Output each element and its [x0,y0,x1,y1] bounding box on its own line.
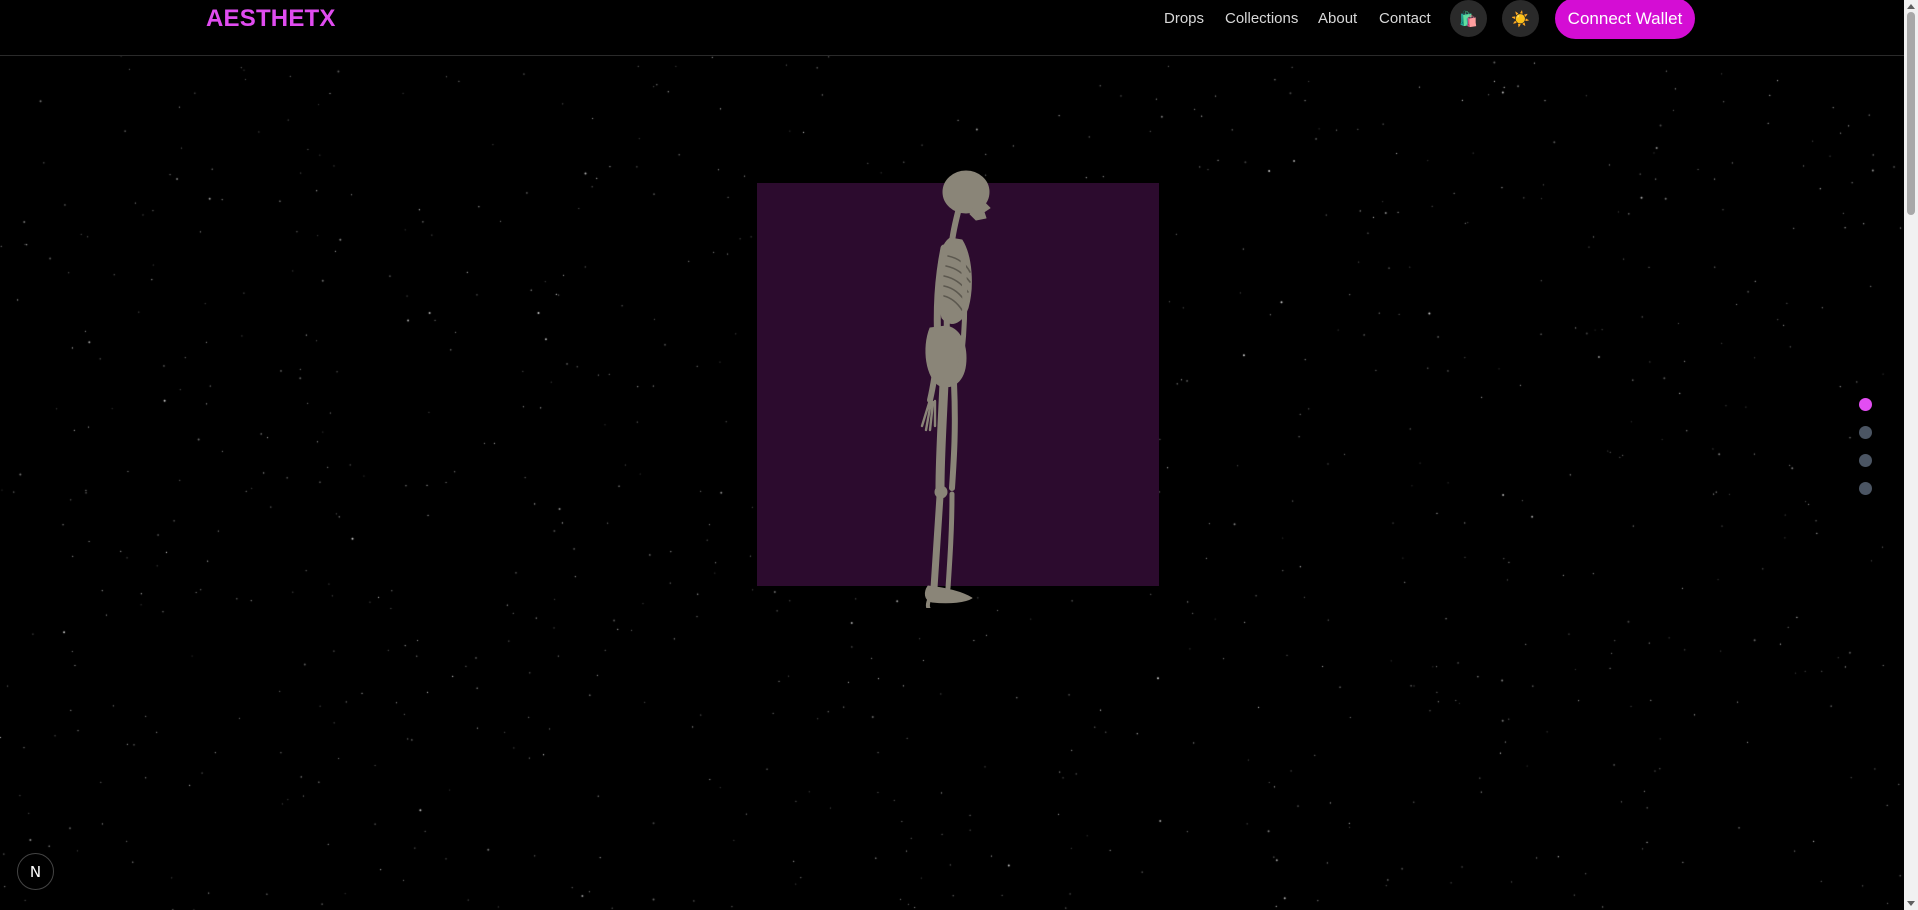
scroll-thumb[interactable] [1907,12,1915,215]
site-header: AESTHETX Drops Collections About Contact… [0,0,1904,56]
skeleton-figure [920,170,991,608]
femur [935,378,949,493]
theme-toggle-button[interactable]: ☀️ [1502,0,1539,37]
rear-tibia [945,491,955,591]
nav-link-contact[interactable]: Contact [1379,10,1431,27]
rear-femur [949,380,958,491]
nextjs-badge[interactable]: N [17,853,54,890]
sun-icon: ☀️ [1511,10,1530,28]
section-dot-2[interactable] [1859,426,1872,439]
shopping-bag-icon: 🛍️ [1459,10,1478,28]
scroll-down-arrow-icon[interactable] [1907,901,1915,906]
section-dot-3[interactable] [1859,454,1872,467]
nav-link-drops[interactable]: Drops [1164,10,1204,27]
site-logo[interactable]: AESTHETX [206,5,336,33]
nav-link-collections[interactable]: Collections [1225,10,1298,27]
section-dot-1[interactable] [1859,398,1872,411]
tibia [930,492,944,592]
hand-bones [920,398,937,432]
cart-button[interactable]: 🛍️ [1450,0,1487,37]
nav-link-about[interactable]: About [1318,10,1357,27]
nextjs-n-icon: N [29,862,42,881]
section-dot-4[interactable] [1859,482,1872,495]
connect-wallet-button[interactable]: Connect Wallet [1555,0,1695,39]
page-scrollbar[interactable] [1904,0,1918,910]
scroll-up-arrow-icon[interactable] [1907,4,1915,9]
